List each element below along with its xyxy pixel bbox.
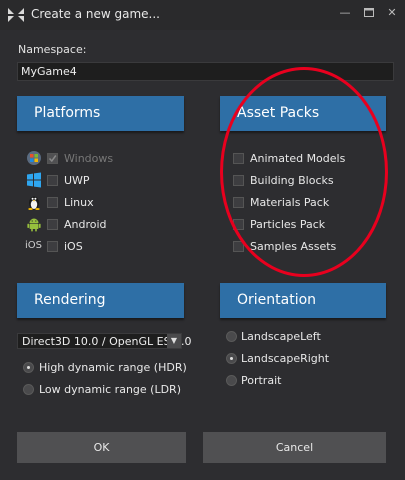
building-blocks-label: Building Blocks [250, 174, 334, 187]
linux-checkbox[interactable] [47, 197, 58, 208]
uwp-label: UWP [64, 174, 90, 187]
asset-packs-header: Asset Packs [220, 96, 386, 131]
animated-models-label: Animated Models [250, 152, 346, 165]
hdr-radio[interactable] [23, 362, 34, 373]
animated-models-checkbox[interactable] [233, 153, 244, 164]
portrait-label: Portrait [241, 374, 282, 387]
materials-pack-checkbox[interactable] [233, 197, 244, 208]
landscape-right-label: LandscapeRight [241, 352, 330, 365]
android-icon [27, 218, 41, 232]
particles-pack-label: Particles Pack [250, 218, 326, 231]
windows-logo-icon [27, 151, 41, 165]
ldr-label: Low dynamic range (LDR) [39, 383, 181, 396]
maximize-icon[interactable] [361, 5, 377, 21]
portrait-radio[interactable] [226, 375, 237, 386]
landscape-left-radio[interactable] [226, 331, 237, 342]
linux-label: Linux [64, 196, 94, 209]
rendering-header: Rendering [17, 283, 184, 318]
ldr-radio[interactable] [23, 384, 34, 395]
particles-pack-checkbox[interactable] [233, 219, 244, 230]
uwp-checkbox[interactable] [47, 175, 58, 186]
graphics-api-select[interactable]: Direct3D 10.0 / OpenGL ES 3.0 ▼ [17, 333, 192, 349]
samples-assets-label: Samples Assets [250, 240, 337, 253]
landscape-left-label: LandscapeLeft [241, 330, 321, 343]
samples-assets-checkbox[interactable] [233, 241, 244, 252]
namespace-input[interactable] [17, 62, 394, 81]
namespace-label: Namespace: [18, 43, 87, 56]
materials-pack-label: Materials Pack [250, 196, 330, 209]
minimize-icon[interactable]: — [337, 5, 353, 21]
chevron-down-icon[interactable]: ▼ [167, 334, 181, 348]
cancel-button[interactable]: Cancel [203, 432, 386, 463]
windows-checkbox[interactable] [47, 153, 58, 164]
app-logo-icon [8, 8, 24, 22]
landscape-right-radio[interactable] [226, 353, 237, 364]
windows-tiles-icon [27, 172, 41, 188]
linux-tux-icon [28, 196, 40, 210]
windows-label: Windows [64, 152, 114, 165]
window-title: Create a new game... [31, 7, 160, 21]
ios-label: iOS [64, 240, 83, 253]
android-label: Android [64, 218, 107, 231]
hdr-label: High dynamic range (HDR) [39, 361, 187, 374]
android-checkbox[interactable] [47, 219, 58, 230]
ios-checkbox[interactable] [47, 241, 58, 252]
orientation-header: Orientation [220, 283, 386, 318]
ios-icon: iOS [25, 240, 42, 251]
ok-button[interactable]: OK [17, 432, 186, 463]
platforms-header: Platforms [17, 96, 184, 131]
building-blocks-checkbox[interactable] [233, 175, 244, 186]
close-icon[interactable]: ✕ [384, 5, 400, 21]
